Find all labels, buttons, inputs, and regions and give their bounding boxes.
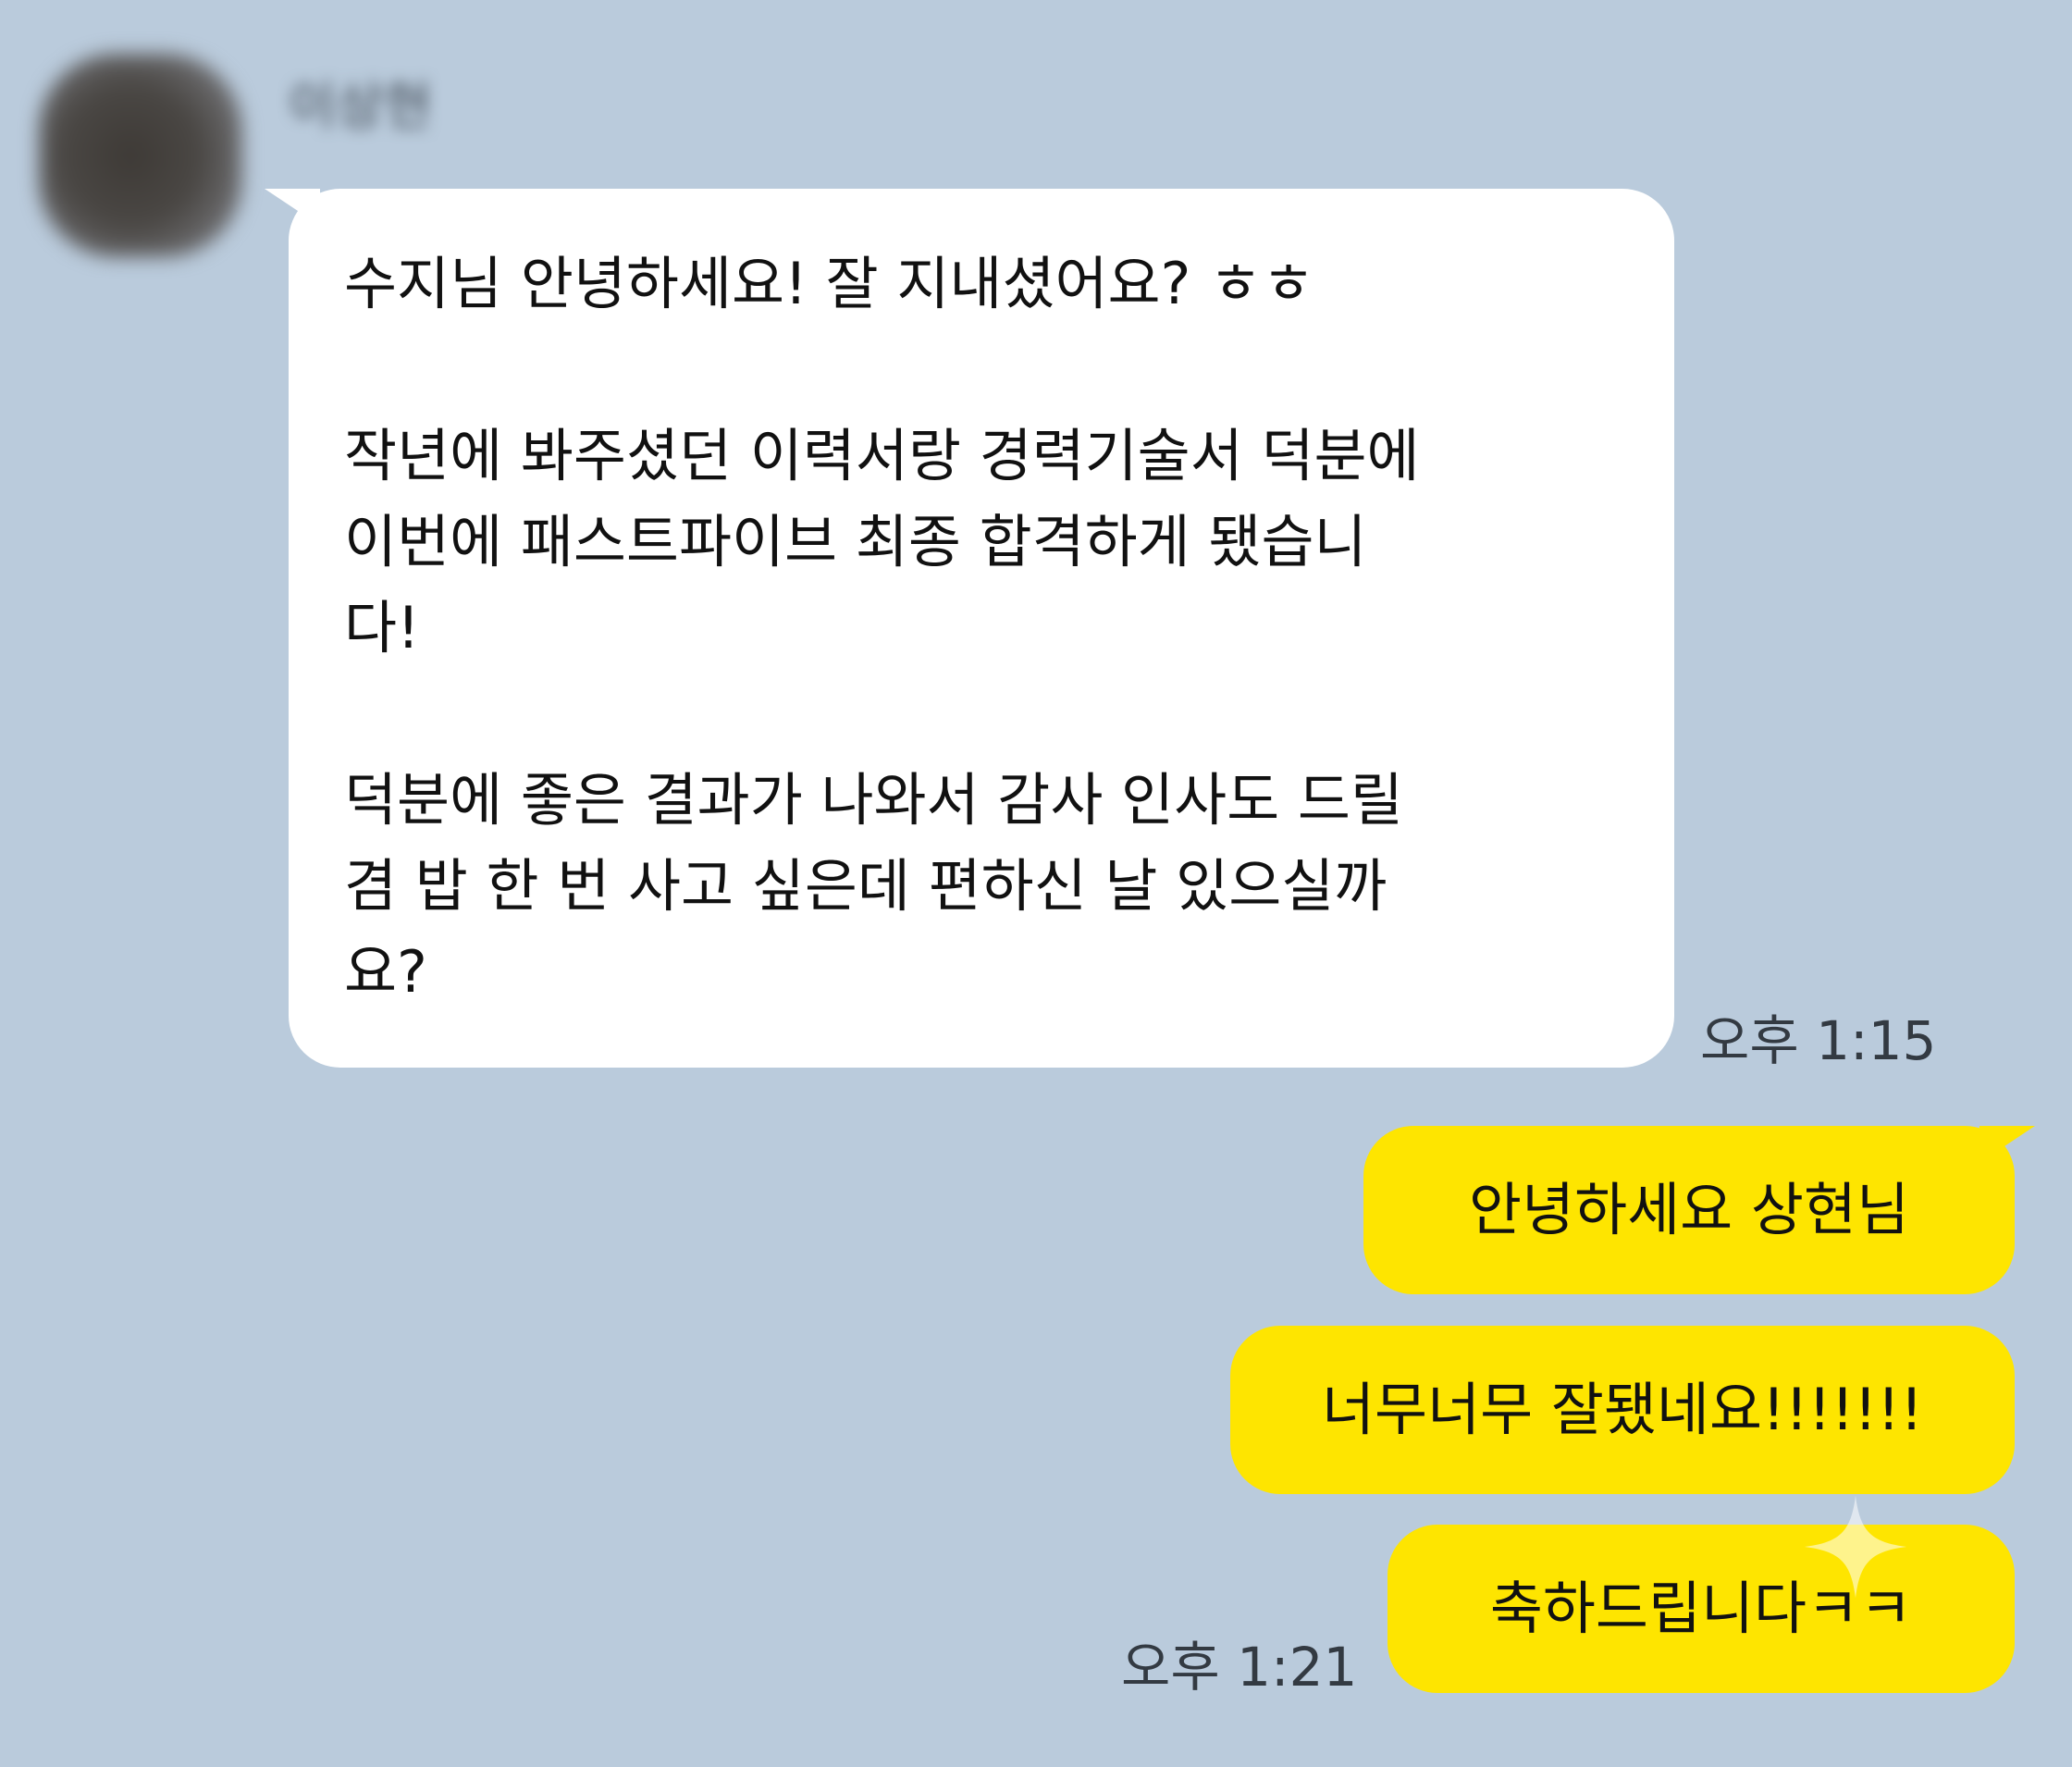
outgoing-message-bubble-2[interactable]: 너무너무 잘됐네요!!!!!!! [1230,1326,2015,1494]
incoming-message-time: 오후 1:15 [1700,1009,1937,1072]
incoming-message-bubble[interactable]: 수지님 안녕하세요! 잘 지내셨어요? ㅎㅎ 작년에 봐주셨던 이력서랑 경력기… [265,189,1674,1068]
outgoing-message-bubble-3[interactable]: 축하드립니다ㅋㅋ [1388,1525,2015,1693]
outgoing-message-time: 오후 1:21 [1121,1636,1358,1699]
sparkle-icon [1804,1495,1907,1599]
sender-name: 이상현 [289,77,432,137]
outgoing-message-bubble-1[interactable]: 안녕하세요 상현님 [1363,1126,2035,1294]
sender-avatar[interactable] [39,54,242,257]
